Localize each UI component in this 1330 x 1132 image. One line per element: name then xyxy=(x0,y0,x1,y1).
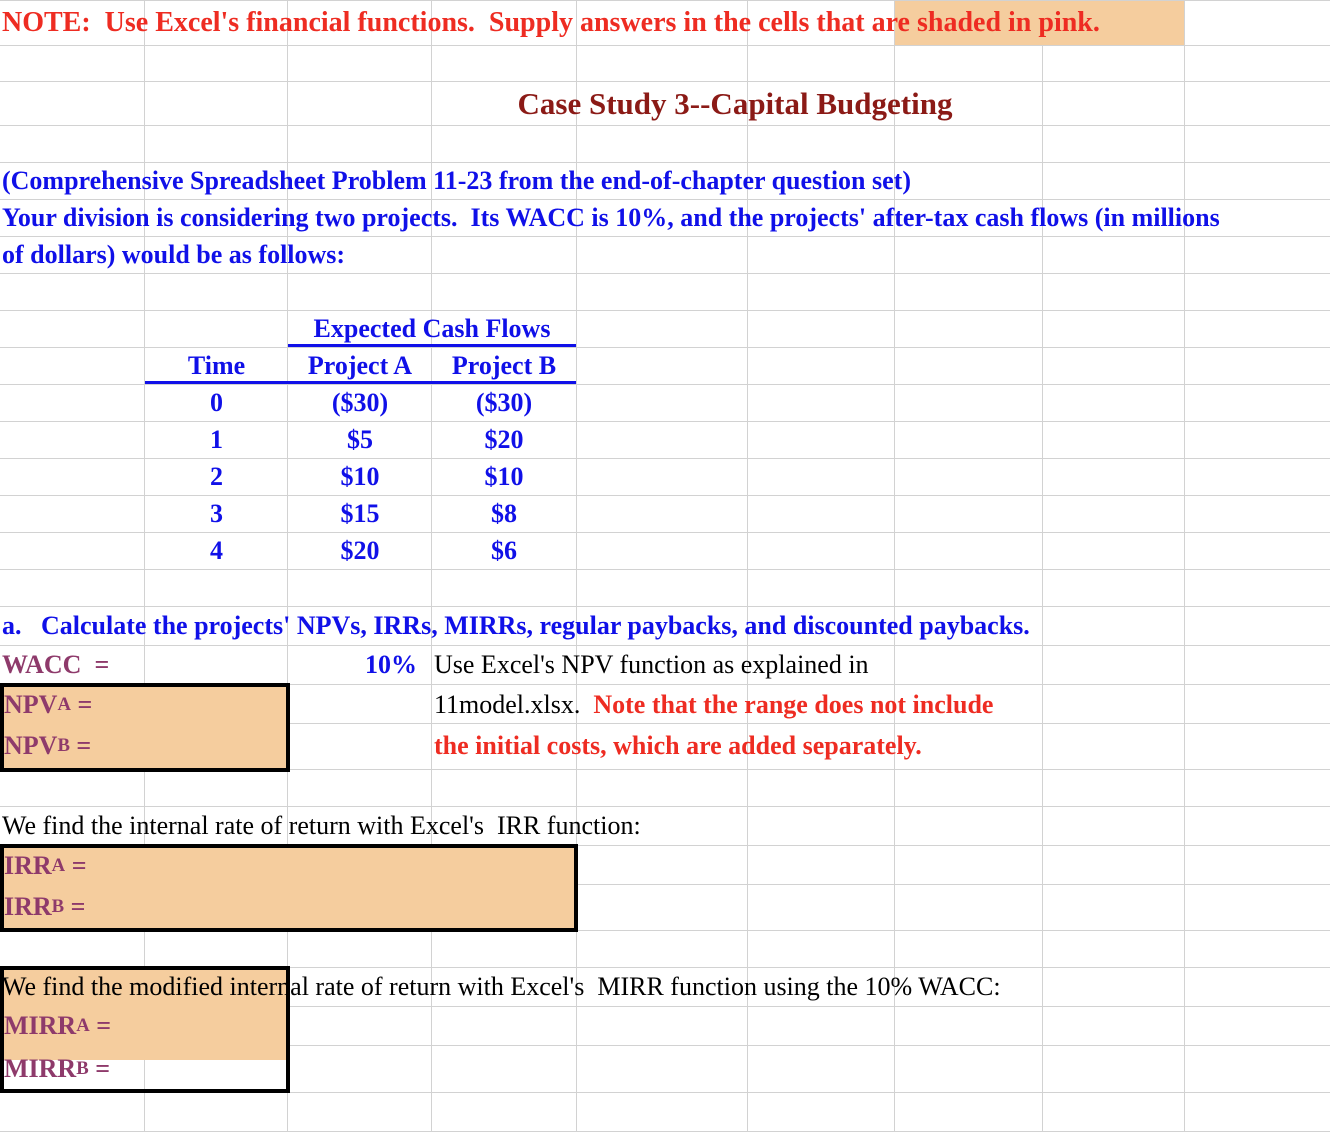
table-row: $10 xyxy=(288,458,432,495)
cashflow-time-value: 1 xyxy=(210,424,223,454)
irr-a-label-equals: = xyxy=(65,850,87,880)
intro-line-3: of dollars) would be as follows: xyxy=(2,236,1328,273)
npv-instruction-line-3: the initial costs, which are added separ… xyxy=(434,724,1054,768)
npv-instruction-line-2: 11model.xlsx. Note that the range does n… xyxy=(434,685,1054,724)
mirr-b-label: MIRR B = xyxy=(4,1053,111,1083)
intro-line-2-text: Your division is considering two project… xyxy=(2,202,1220,232)
intro-line-2: Your division is considering two project… xyxy=(2,199,1328,236)
mirr-a-answer-cell[interactable] xyxy=(145,1006,285,1045)
intro-line-1-text: (Comprehensive Spreadsheet Problem 11-23… xyxy=(2,165,911,195)
table-row: $5 xyxy=(288,421,432,458)
table-row: 3 xyxy=(145,495,288,532)
npv-instruction-line-1: Use Excel's NPV function as explained in xyxy=(434,645,1054,684)
irr-heading: We find the internal rate of return with… xyxy=(2,806,752,845)
irr-b-label: IRR B = xyxy=(4,892,86,921)
note-text: NOTE: Use Excel's financial functions. S… xyxy=(2,1,1182,45)
cashflow-header-time-text: Time xyxy=(187,350,246,380)
table-row: $10 xyxy=(432,458,576,495)
table-row: 2 xyxy=(145,458,288,495)
cashflow-header-project-b: Project B xyxy=(432,347,576,384)
gridline-horizontal xyxy=(0,310,1330,311)
npv-instruction-line-3-text: the initial costs, which are added separ… xyxy=(434,731,922,760)
cashflow-project-b-value: $10 xyxy=(484,461,524,491)
cashflow-project-b-value: ($30) xyxy=(475,387,533,417)
page-title: Case Study 3--Capital Budgeting xyxy=(0,81,1330,125)
question-a-text: a. Calculate the projects' NPVs, IRRs, M… xyxy=(2,606,1182,645)
cashflow-project-a-value: $20 xyxy=(340,535,380,565)
cashflow-header-project-b-text: Project B xyxy=(451,350,557,380)
table-row: ($30) xyxy=(432,384,576,421)
spreadsheet-canvas: NOTE: Use Excel's financial functions. S… xyxy=(0,0,1330,1132)
mirr-heading-text: We find the modified internal rate of re… xyxy=(2,971,1001,1001)
irr-a-label: IRR A = xyxy=(4,850,87,880)
npv-b-label: NPV B = xyxy=(4,731,92,760)
wacc-label: WACC = xyxy=(2,645,142,684)
gridline-horizontal xyxy=(0,1092,1330,1093)
gridline-horizontal xyxy=(0,569,1330,570)
irr-a-label-base: IRR xyxy=(4,850,52,880)
cashflow-time-value: 4 xyxy=(210,535,223,565)
npv-a-label-equals: = xyxy=(70,689,93,719)
table-row: $20 xyxy=(432,421,576,458)
gridline-horizontal xyxy=(0,930,1330,931)
npv-instruction-line-2-red: Note that the range does not include xyxy=(593,689,994,719)
table-row: 1 xyxy=(145,421,288,458)
gridline-horizontal xyxy=(0,45,1330,46)
gridline-horizontal xyxy=(0,125,1330,126)
irr-b-answer-cell[interactable] xyxy=(145,885,285,929)
npv-b-label-base: NPV xyxy=(4,731,58,760)
gridline-horizontal xyxy=(0,273,1330,274)
page-title-text: Case Study 3--Capital Budgeting xyxy=(517,85,953,121)
cashflow-group-header: Expected Cash Flows xyxy=(288,310,576,347)
intro-line-3-text: of dollars) would be as follows: xyxy=(2,239,346,269)
cashflow-header-project-a-text: Project A xyxy=(307,350,413,380)
cashflow-header-project-a: Project A xyxy=(288,347,432,384)
table-row: $20 xyxy=(288,532,432,569)
cashflow-time-value: 0 xyxy=(210,387,223,417)
cashflow-project-b-value: $6 xyxy=(491,535,517,565)
npv-b-answer-cell[interactable] xyxy=(145,724,285,768)
question-a-label: a. Calculate the projects' NPVs, IRRs, M… xyxy=(2,610,1030,640)
cashflow-project-a-value: $10 xyxy=(340,461,380,491)
npv-instruction-line-1-text: Use Excel's NPV function as explained in xyxy=(434,649,869,679)
npv-instruction-line-2-black: 11model.xlsx. xyxy=(434,689,594,719)
mirr-b-label-base: MIRR xyxy=(4,1053,77,1083)
cashflow-time-value: 2 xyxy=(210,461,223,491)
cashflow-project-b-value: $8 xyxy=(491,498,517,528)
note-highlight: shaded in pink. xyxy=(916,7,1100,38)
cashflow-project-a-value: $5 xyxy=(347,424,373,454)
intro-line-1: (Comprehensive Spreadsheet Problem 11-23… xyxy=(2,162,1322,199)
irr-heading-text: We find the internal rate of return with… xyxy=(2,810,641,840)
cashflow-group-header-text: Expected Cash Flows xyxy=(313,313,551,343)
irr-b-label-base: IRR xyxy=(4,892,52,921)
mirr-b-label-equals: = xyxy=(88,1053,111,1083)
note-prefix: NOTE: Use Excel's financial functions. S… xyxy=(2,7,917,38)
mirr-a-label-base: MIRR xyxy=(4,1010,77,1040)
irr-b-label-equals: = xyxy=(64,892,86,921)
npv-b-label-equals: = xyxy=(69,731,92,760)
cashflow-project-a-value: $15 xyxy=(340,498,380,528)
irr-a-answer-cell[interactable] xyxy=(145,846,285,885)
cashflow-project-a-value: ($30) xyxy=(331,387,389,417)
npv-a-answer-cell[interactable] xyxy=(145,685,285,724)
table-row: ($30) xyxy=(288,384,432,421)
wacc-value-text: 10% xyxy=(365,649,417,679)
mirr-heading: We find the modified internal rate of re… xyxy=(2,967,1162,1006)
table-row: $6 xyxy=(432,532,576,569)
mirr-a-label: MIRR A = xyxy=(4,1010,112,1040)
cashflow-header-time: Time xyxy=(145,347,288,384)
mirr-a-label-equals: = xyxy=(89,1010,112,1040)
npv-a-label-base: NPV xyxy=(4,689,58,719)
table-row: 0 xyxy=(145,384,288,421)
table-row: 4 xyxy=(145,532,288,569)
wacc-label-text: WACC = xyxy=(2,649,110,679)
mirr-b-answer-cell[interactable] xyxy=(145,1045,285,1092)
cashflow-project-b-value: $20 xyxy=(484,424,524,454)
npv-a-label: NPV A = xyxy=(4,689,93,719)
table-row: $8 xyxy=(432,495,576,532)
table-row: $15 xyxy=(288,495,432,532)
wacc-value[interactable]: 10% xyxy=(145,645,425,684)
cashflow-time-value: 3 xyxy=(210,498,223,528)
